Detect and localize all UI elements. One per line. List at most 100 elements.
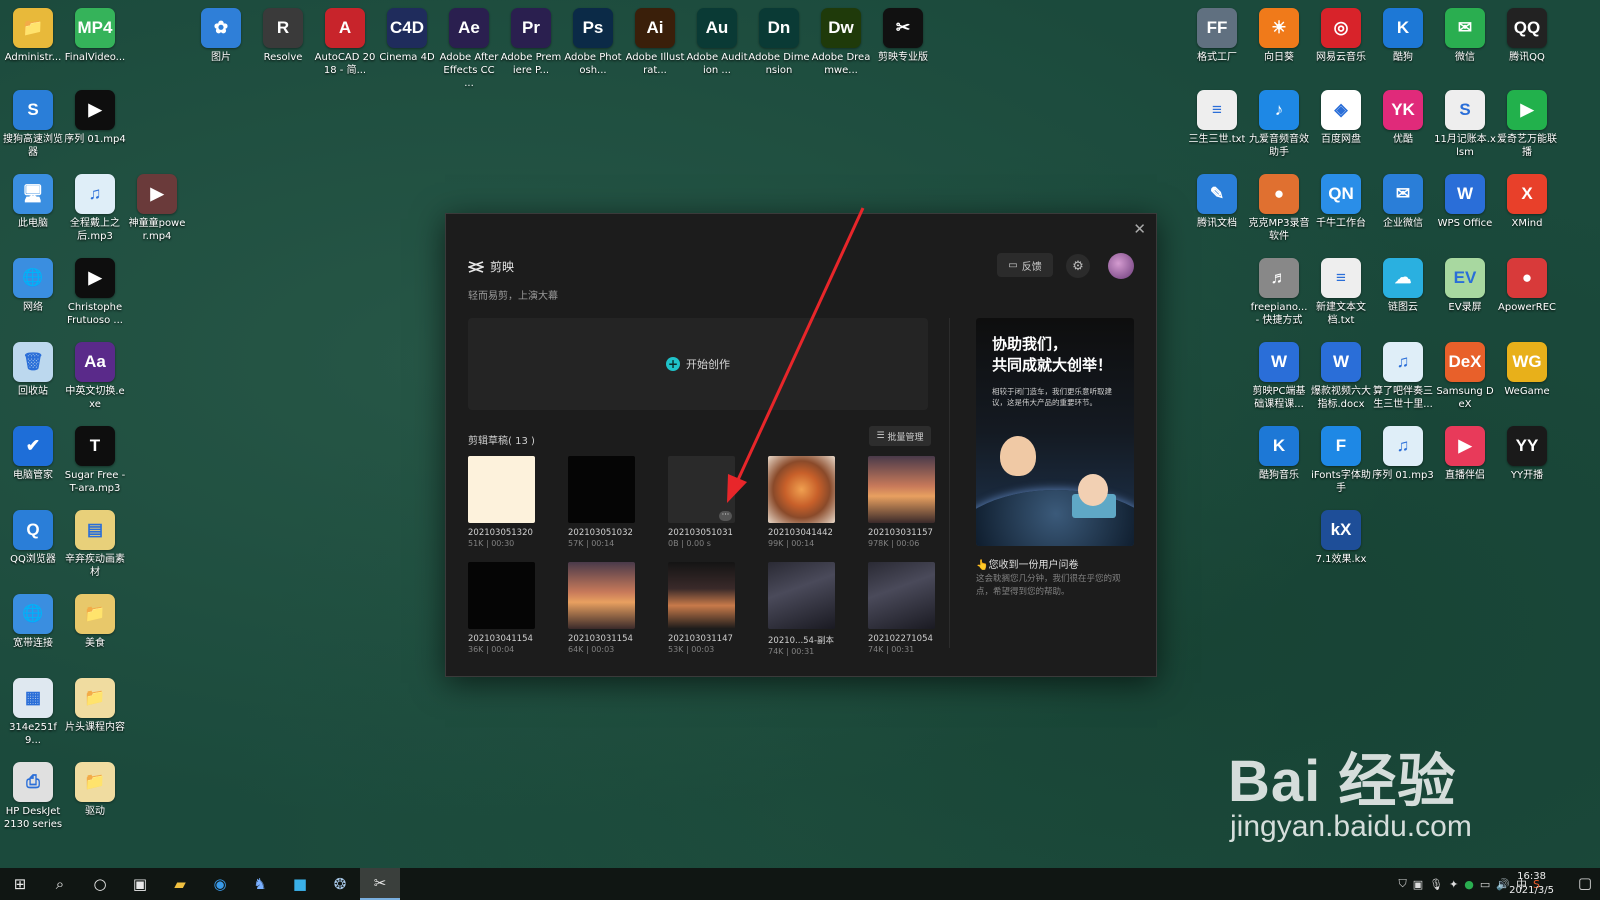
close-icon[interactable]: ✕ bbox=[1133, 220, 1146, 238]
draft-item[interactable]: 202103051320 51K | 00:30 bbox=[468, 456, 535, 548]
desktop-icon[interactable]: W 爆款视频六大指标.docx bbox=[1310, 342, 1372, 411]
desktop-icon[interactable]: 📁 片头课程内容 bbox=[64, 678, 126, 734]
clock[interactable]: 16:38 2021/3/5 bbox=[1509, 870, 1554, 898]
draft-thumbnail[interactable] bbox=[468, 562, 535, 629]
browser-icon[interactable]: ◉ bbox=[200, 868, 240, 900]
survey-banner[interactable]: 协助我们， 共同成就大创举！ 相较于闭门造车，我们更乐意听取建议，这是伟大产品的… bbox=[976, 318, 1134, 546]
desktop-icon[interactable]: Q QQ浏览器 bbox=[2, 510, 64, 566]
desktop-icon[interactable]: ✎ 腾讯文档 bbox=[1186, 174, 1248, 230]
desktop-icon[interactable]: ⎙ HP DeskJet 2130 series bbox=[2, 762, 64, 831]
draft-item[interactable]: 202103031157 978K | 00:06 bbox=[868, 456, 935, 548]
desktop-icon[interactable]: ▶ 直播伴侣 bbox=[1434, 426, 1496, 482]
draft-thumbnail[interactable] bbox=[568, 562, 635, 629]
desktop-icon[interactable]: S 11月记账本.xlsm bbox=[1434, 90, 1496, 159]
desktop-icon[interactable]: ✿ 图片 bbox=[190, 8, 252, 64]
draft-thumbnail[interactable] bbox=[868, 562, 935, 629]
cortana-icon[interactable]: ○ bbox=[80, 868, 120, 900]
draft-thumbnail[interactable]: ··· bbox=[668, 456, 735, 523]
avatar[interactable] bbox=[1108, 253, 1134, 279]
desktop-icon[interactable]: ▶ 序列 01.mp4 bbox=[64, 90, 126, 146]
desktop-icon[interactable]: ◎ 网易云音乐 bbox=[1310, 8, 1372, 64]
draft-item[interactable]: 202103041442 99K | 00:14 bbox=[768, 456, 835, 548]
desktop-icon[interactable]: W 剪映PC端基础课程课... bbox=[1248, 342, 1310, 411]
desktop-icon[interactable]: Aa 中英文切换.exe bbox=[64, 342, 126, 411]
draft-thumbnail[interactable] bbox=[468, 456, 535, 523]
desktop-icon[interactable]: Au Adobe Audition ... bbox=[686, 8, 748, 77]
desktop-icon[interactable]: X XMind bbox=[1496, 174, 1558, 230]
draft-item[interactable]: 202103041154 36K | 00:04 bbox=[468, 562, 535, 656]
desktop-icon[interactable]: EV EV录屏 bbox=[1434, 258, 1496, 314]
wechat-tray-icon[interactable]: ● bbox=[1464, 878, 1474, 891]
desktop-icon[interactable]: Ai Adobe Illustrat... bbox=[624, 8, 686, 77]
desktop-icon[interactable]: ▤ 辛弃疾动画素材 bbox=[64, 510, 126, 579]
draft-thumbnail[interactable] bbox=[868, 456, 935, 523]
draft-thumbnail[interactable] bbox=[568, 456, 635, 523]
desktop-icon[interactable]: FiFonts字体助手 bbox=[1310, 426, 1372, 495]
desktop-icon[interactable]: QQ 腾讯QQ bbox=[1496, 8, 1558, 64]
desktop-icon[interactable]: ♬ freepiano... - 快捷方式 bbox=[1248, 258, 1310, 327]
store-icon[interactable]: ■ bbox=[280, 868, 320, 900]
survey-title[interactable]: 👆您收到一份用户问卷 bbox=[976, 556, 1078, 571]
network-icon[interactable]: ▭ bbox=[1480, 878, 1490, 891]
desktop-icon[interactable]: 🌐 宽带连接 bbox=[2, 594, 64, 650]
draft-item[interactable]: 202103031147 53K | 00:03 bbox=[668, 562, 735, 656]
file-explorer-icon[interactable]: ▰ bbox=[160, 868, 200, 900]
tray-app-icon[interactable]: ✦ bbox=[1449, 878, 1458, 891]
desktop-icon[interactable]: MP4 FinalVideo... bbox=[64, 8, 126, 64]
desktop-icon[interactable]: ✂ 剪映专业版 bbox=[872, 8, 934, 64]
desktop-icon[interactable]: T Sugar Free -T-ara.mp3 bbox=[64, 426, 126, 495]
desktop-icon[interactable]: Dw Adobe Dreamwe... bbox=[810, 8, 872, 77]
feedback-button[interactable]: ▭ 反馈 bbox=[997, 253, 1053, 277]
draft-item[interactable]: 20210...54-副本 74K | 00:31 bbox=[768, 562, 835, 656]
mic-icon[interactable]: 🎙 bbox=[1429, 878, 1443, 891]
desktop-icon[interactable]: S 搜狗高速浏览器 bbox=[2, 90, 64, 159]
desktop-icon[interactable]: A AutoCAD 2018 - 简... bbox=[314, 8, 376, 77]
desktop-icon[interactable]: kX 7.1效果.kx bbox=[1310, 510, 1372, 566]
draft-thumbnail[interactable] bbox=[768, 562, 835, 629]
draft-item[interactable]: 202103031154 64K | 00:03 bbox=[568, 562, 635, 656]
desktop-icon[interactable]: FF 格式工厂 bbox=[1186, 8, 1248, 64]
jianying-icon[interactable]: ✂ bbox=[360, 868, 400, 900]
desktop-icon[interactable]: ✉ 企业微信 bbox=[1372, 174, 1434, 230]
desktop-icon[interactable]: YK 优酷 bbox=[1372, 90, 1434, 146]
desktop-icon[interactable]: ☁ 链图云 bbox=[1372, 258, 1434, 314]
desktop-icon[interactable]: ▦ 314e251f9... bbox=[2, 678, 64, 747]
desktop-icon[interactable]: ▶ Christophe Frutuoso ... bbox=[64, 258, 126, 327]
draft-item[interactable]: ··· 202103051031 0B | 0.00 s bbox=[668, 456, 735, 548]
desktop-icon[interactable]: ≡ 三生三世.txt bbox=[1186, 90, 1248, 146]
tray-app-icon[interactable]: ▣ bbox=[1413, 878, 1423, 891]
network-app-icon[interactable]: ❂ bbox=[320, 868, 360, 900]
desktop-icon[interactable]: ♪ 九爱音频音效助手 bbox=[1248, 90, 1310, 159]
settings-gear-icon[interactable]: ⚙ bbox=[1066, 254, 1090, 278]
notification-icon[interactable]: ▢ bbox=[1578, 874, 1592, 892]
desktop-icon[interactable]: 🗑 回收站 bbox=[2, 342, 64, 398]
desktop-icon[interactable]: ▶ 爱奇艺万能联播 bbox=[1496, 90, 1558, 159]
desktop-icon[interactable]: ♫ 算了吧伴奏三生三世十里... bbox=[1372, 342, 1434, 411]
more-options-icon[interactable]: ··· bbox=[719, 511, 732, 521]
app-icon[interactable]: ♞ bbox=[240, 868, 280, 900]
desktop-icon[interactable]: Dn Adobe Dimension bbox=[748, 8, 810, 77]
desktop-icon[interactable]: QN 千牛工作台 bbox=[1310, 174, 1372, 230]
volume-icon[interactable]: 🔊 bbox=[1496, 878, 1510, 891]
draft-item[interactable]: 202102271054 74K | 00:31 bbox=[868, 562, 935, 656]
desktop-icon[interactable]: ▶ 神童童power.mp4 bbox=[126, 174, 188, 243]
desktop-icon[interactable]: R Resolve bbox=[252, 8, 314, 64]
draft-thumbnail[interactable] bbox=[768, 456, 835, 523]
desktop-icon[interactable]: Ae Adobe After Effects CC ... bbox=[438, 8, 500, 90]
desktop-icon[interactable]: ♫ 序列 01.mp3 bbox=[1372, 426, 1434, 482]
desktop-icon[interactable]: 🖥 此电脑 bbox=[2, 174, 64, 230]
desktop-icon[interactable]: ☀ 向日葵 bbox=[1248, 8, 1310, 64]
search-icon[interactable]: ⌕ bbox=[40, 868, 80, 900]
draft-item[interactable]: 202103051032 57K | 00:14 bbox=[568, 456, 635, 548]
desktop-icon[interactable]: K 酷狗音乐 bbox=[1248, 426, 1310, 482]
desktop-icon[interactable]: ≡ 新建文本文档.txt bbox=[1310, 258, 1372, 327]
shield-icon[interactable]: ⛉ bbox=[1398, 877, 1406, 891]
desktop-icon[interactable]: ♫ 全程戴上之后.mp3 bbox=[64, 174, 126, 243]
desktop-icon[interactable]: ✉ 微信 bbox=[1434, 8, 1496, 64]
desktop-icon[interactable]: 📁 驱动 bbox=[64, 762, 126, 818]
desktop-icon[interactable]: DeX Samsung DeX bbox=[1434, 342, 1496, 411]
desktop-icon[interactable]: 📁 美食 bbox=[64, 594, 126, 650]
desktop-icon[interactable]: YY YY开播 bbox=[1496, 426, 1558, 482]
desktop-icon[interactable]: Ps Adobe Photosh... bbox=[562, 8, 624, 77]
desktop-icon[interactable]: ● ApowerREC bbox=[1496, 258, 1558, 314]
